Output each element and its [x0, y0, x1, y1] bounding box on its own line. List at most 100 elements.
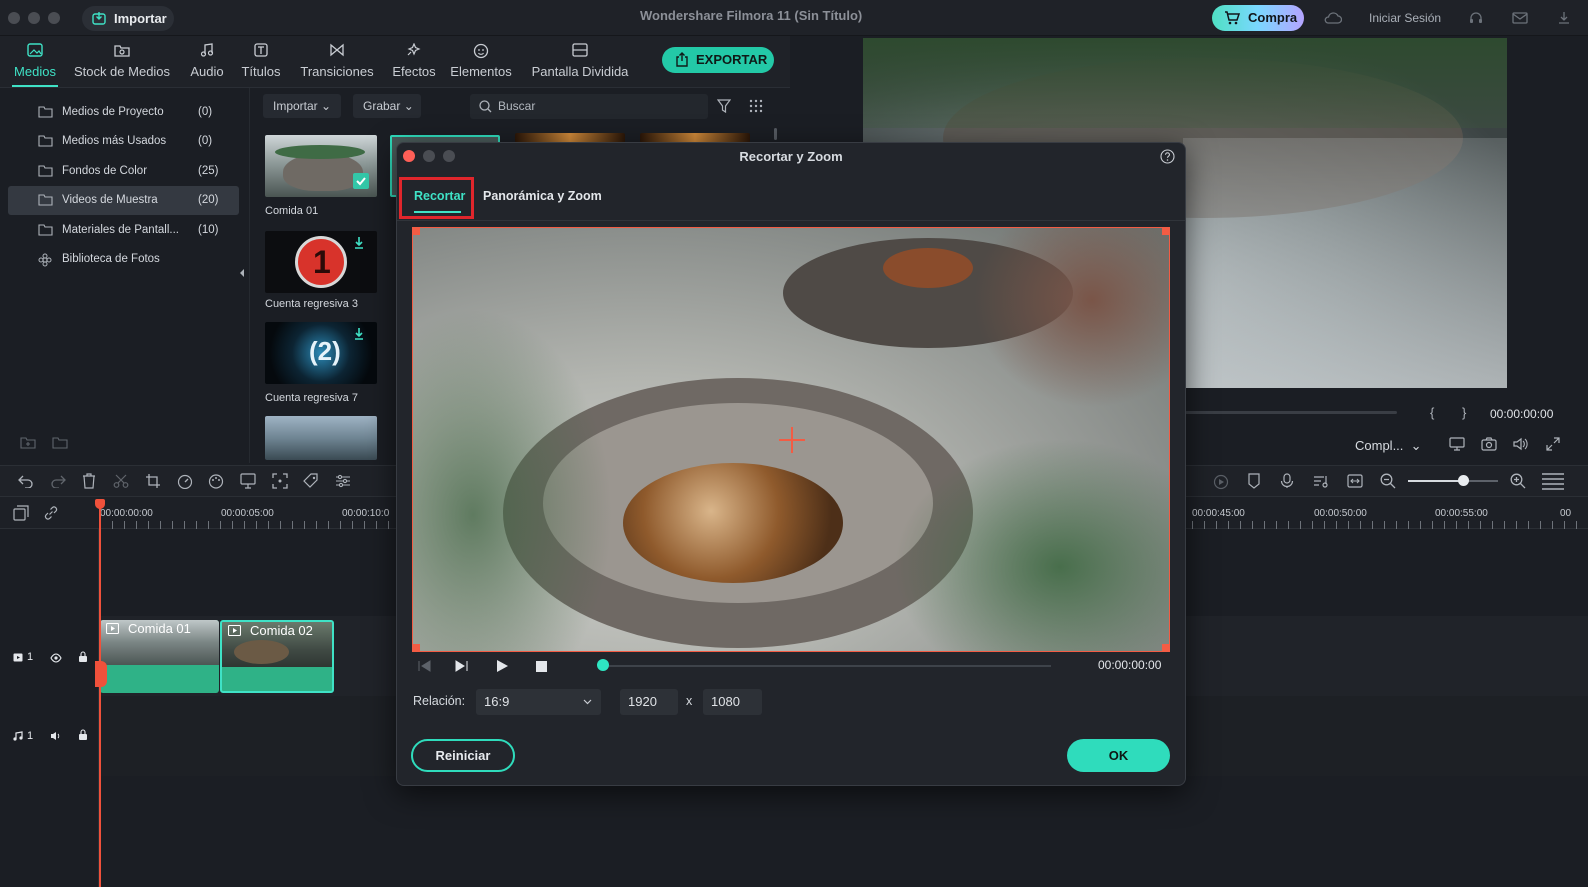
zoom-out-icon[interactable]	[1380, 473, 1396, 489]
import-dropdown[interactable]: Importar ⌄	[263, 94, 341, 118]
reset-button[interactable]: Reiniciar	[411, 739, 515, 772]
tab-stock-medios[interactable]: Stock de Medios	[72, 36, 172, 88]
keyframe-tag-icon[interactable]	[303, 473, 319, 489]
redo-icon[interactable]	[50, 474, 66, 488]
timeline-clip-comida-01[interactable]: Comida 01	[100, 620, 219, 693]
width-field[interactable]: 1920	[620, 689, 678, 715]
previous-frame-icon[interactable]	[417, 660, 431, 672]
media-thumbnail-landscape[interactable]	[265, 416, 377, 460]
tab-audio[interactable]: Audio	[187, 36, 227, 88]
ratio-select[interactable]: 16:9	[476, 689, 601, 715]
media-scrollbar[interactable]	[774, 128, 777, 140]
focus-frame-icon[interactable]	[272, 473, 288, 489]
dialog-seekbar[interactable]	[603, 665, 1051, 667]
greenery-left	[413, 308, 613, 651]
scissors-icon[interactable]	[113, 474, 129, 488]
play-icon[interactable]	[496, 660, 508, 672]
close-window-button[interactable]	[8, 12, 20, 24]
sidebar-item-fondos-color[interactable]: Fondos de Color (25)	[8, 157, 239, 186]
crop-handle-bottom-right[interactable]	[1162, 644, 1169, 651]
sidebar-item-materiales-pantalla[interactable]: Materiales de Pantall... (10)	[8, 216, 239, 245]
render-icon[interactable]	[1213, 474, 1229, 490]
crop-icon[interactable]	[145, 473, 161, 489]
link-icon[interactable]	[43, 505, 59, 521]
sidebar-item-medios-proyecto[interactable]: Medios de Proyecto (0)	[8, 98, 239, 127]
playhead-scissor-handle[interactable]	[95, 661, 107, 687]
tab-titulos[interactable]: Títulos	[240, 36, 282, 88]
snapshot-camera-icon[interactable]	[1481, 437, 1497, 451]
volume-icon[interactable]	[1513, 437, 1529, 451]
filter-icon[interactable]	[717, 99, 731, 113]
eye-visibility-icon[interactable]	[50, 653, 62, 663]
record-dropdown[interactable]: Grabar ⌄	[353, 94, 421, 118]
zoom-window-button[interactable]	[48, 12, 60, 24]
timeline-clip-comida-02[interactable]: Comida 02	[220, 620, 334, 693]
tab-transiciones[interactable]: Transiciones	[297, 36, 377, 88]
crop-handle-bottom-left[interactable]	[413, 644, 420, 651]
adjust-sliders-icon[interactable]	[335, 474, 351, 488]
mail-icon[interactable]	[1512, 10, 1528, 26]
sidebar-item-medios-usados[interactable]: Medios más Usados (0)	[8, 127, 239, 156]
tab-panoramica-zoom[interactable]: Panorámica y Zoom	[483, 189, 602, 203]
delete-trash-icon[interactable]	[82, 473, 96, 489]
add-track-icon[interactable]	[13, 505, 29, 521]
tab-pantalla-dividida[interactable]: Pantalla Dividida	[528, 36, 632, 88]
mark-out-button[interactable]: }	[1462, 405, 1466, 420]
color-palette-icon[interactable]	[208, 474, 224, 489]
monitor-icon[interactable]	[1449, 437, 1465, 451]
zoom-slider-thumb[interactable]	[1458, 475, 1469, 486]
cloud-icon[interactable]	[1324, 10, 1342, 26]
active-tab-underline	[414, 211, 461, 213]
speed-icon[interactable]	[177, 474, 193, 489]
dialog-seek-knob[interactable]	[597, 659, 609, 671]
fullscreen-icon[interactable]	[1546, 437, 1560, 451]
minimize-window-button[interactable]	[28, 12, 40, 24]
support-headset-icon[interactable]	[1468, 10, 1484, 26]
buy-button[interactable]: Compra	[1212, 5, 1304, 31]
preview-progress-bar[interactable]	[1185, 411, 1397, 414]
lock-icon[interactable]	[78, 729, 88, 741]
tab-recortar[interactable]: Recortar	[414, 189, 465, 203]
tab-medios[interactable]: Medios	[12, 36, 58, 88]
new-folder-icon[interactable]	[20, 436, 36, 450]
export-button[interactable]: EXPORTAR	[662, 47, 774, 73]
lock-icon[interactable]	[78, 651, 88, 663]
download-icon[interactable]	[353, 327, 365, 341]
crop-handle-top-right[interactable]	[1162, 228, 1169, 235]
layout-grid-icon[interactable]	[1541, 472, 1565, 492]
speaker-icon[interactable]	[50, 731, 62, 741]
playhead-head[interactable]	[95, 499, 105, 509]
playhead[interactable]	[99, 499, 101, 887]
search-input[interactable]: Buscar	[470, 94, 708, 119]
folder-icon[interactable]	[52, 436, 68, 450]
undo-icon[interactable]	[18, 474, 34, 488]
crop-canvas[interactable]	[412, 227, 1170, 652]
quality-dropdown[interactable]: Compl... ⌄	[1355, 438, 1422, 454]
audio-mixer-icon[interactable]	[1313, 474, 1329, 488]
sidebar-item-videos-muestra[interactable]: Videos de Muestra (20)	[8, 186, 239, 215]
microphone-icon[interactable]	[1280, 473, 1294, 489]
mark-in-button[interactable]: {	[1430, 405, 1434, 420]
stop-icon[interactable]	[536, 661, 547, 672]
crop-handle-top-left[interactable]	[413, 228, 420, 235]
sidebar-item-biblioteca-fotos[interactable]: Biblioteca de Fotos	[8, 245, 239, 274]
media-thumbnail-cuenta-regresiva-3[interactable]: 1	[265, 231, 377, 293]
collapse-sidebar-icon[interactable]	[238, 268, 246, 278]
next-frame-icon[interactable]	[455, 660, 469, 672]
download-icon[interactable]	[353, 236, 365, 250]
sign-in-link[interactable]: Iniciar Sesión	[1369, 11, 1441, 25]
media-thumbnail-cuenta-regresiva-7[interactable]: (2)	[265, 322, 377, 384]
media-thumbnail-comida-01[interactable]	[265, 135, 377, 197]
height-field[interactable]: 1080	[703, 689, 762, 715]
marker-icon[interactable]	[1247, 473, 1261, 489]
green-screen-icon[interactable]	[240, 473, 256, 489]
import-button[interactable]: Importar	[82, 6, 174, 31]
grid-view-icon[interactable]	[749, 99, 763, 113]
tab-elementos[interactable]: Elementos	[449, 36, 513, 88]
ok-button[interactable]: OK	[1067, 739, 1170, 772]
download-icon[interactable]	[1556, 10, 1572, 26]
zoom-in-icon[interactable]	[1510, 473, 1526, 489]
help-icon[interactable]	[1160, 149, 1175, 164]
tab-efectos[interactable]: Efectos	[389, 36, 439, 88]
fit-timeline-icon[interactable]	[1347, 474, 1363, 488]
